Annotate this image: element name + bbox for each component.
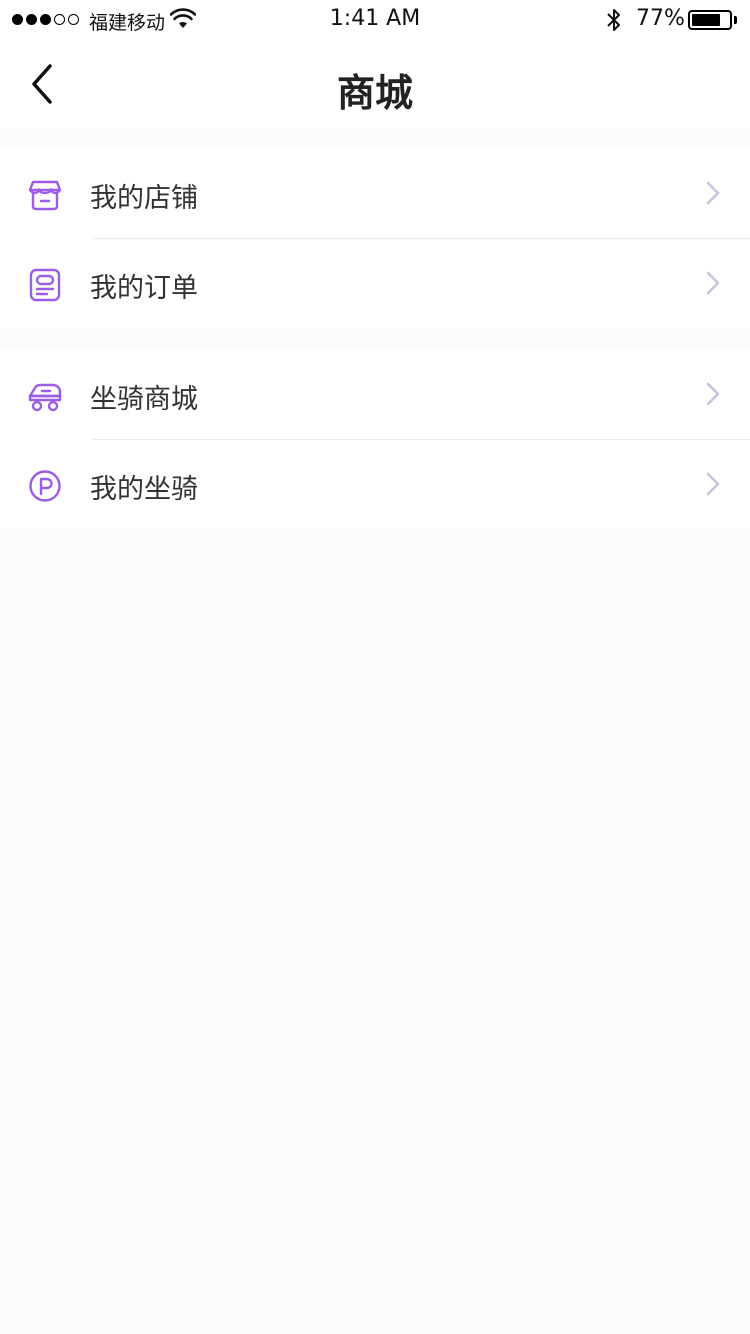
bluetooth-icon xyxy=(607,9,620,31)
chevron-right-icon xyxy=(706,382,720,406)
menu-item-label: 我的订单 xyxy=(90,273,198,304)
menu-item-my-orders[interactable]: 我的订单 xyxy=(0,238,750,328)
menu-item-label: 我的坐骑 xyxy=(90,474,198,505)
page-title: 商城 xyxy=(336,71,413,115)
battery-percent: 77% xyxy=(636,6,685,31)
menu-group-mount: 坐骑商城 我的坐骑 xyxy=(0,349,750,529)
battery-level-fill xyxy=(692,14,720,26)
menu-item-label: 我的店铺 xyxy=(90,183,198,214)
order-icon xyxy=(29,268,61,302)
chevron-right-icon xyxy=(706,181,720,205)
vehicle-icon xyxy=(28,383,62,412)
menu-item-mount-shop[interactable]: 坐骑商城 xyxy=(0,349,750,439)
chevron-left-icon xyxy=(32,64,52,104)
store-icon xyxy=(28,180,62,211)
chevron-right-icon xyxy=(706,271,720,295)
menu-item-label: 坐骑商城 xyxy=(90,384,198,415)
status-bar: 福建移动 1:41 AM 77% xyxy=(0,0,750,40)
back-button[interactable] xyxy=(18,60,66,108)
menu-item-my-store[interactable]: 我的店铺 xyxy=(0,148,750,238)
navigation-bar: 商城 xyxy=(0,40,750,128)
battery-icon xyxy=(688,10,732,30)
menu-item-my-mount[interactable]: 我的坐骑 xyxy=(0,439,750,529)
battery-tip xyxy=(734,16,737,24)
menu-group-shop: 我的店铺 我的订单 xyxy=(0,148,750,328)
chevron-right-icon xyxy=(706,472,720,496)
parking-icon xyxy=(29,470,61,502)
